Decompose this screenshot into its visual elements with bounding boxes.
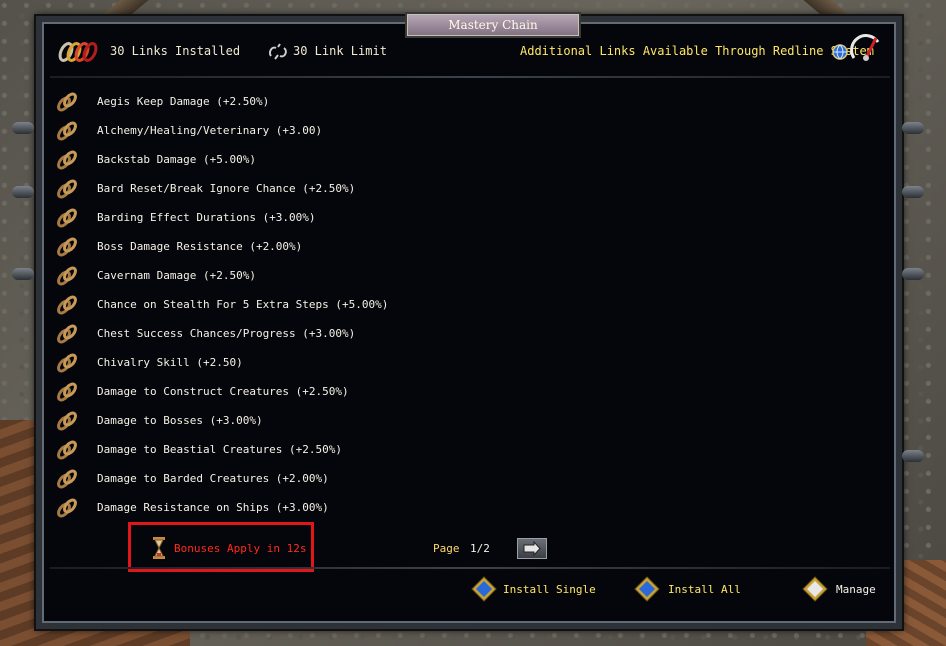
chain-link-icon [57,411,77,431]
bonus-label: Damage to Construct Creatures (+2.50%) [97,385,349,398]
links-installed: 30 Links Installed [110,44,241,58]
bonus-label: Damage to Bosses (+3.00%) [97,414,263,427]
frame-stud [12,122,34,134]
bonus-label: Backstab Damage (+5.00%) [97,153,256,166]
bonus-label: Chivalry Skill (+2.50) [97,356,243,369]
bonus-label: Alchemy/Healing/Veterinary (+3.00) [97,124,323,137]
header-divider [50,76,890,78]
bonus-label: Damage to Barded Creatures (+2.00%) [97,472,329,485]
list-item[interactable]: Damage Resistance on Ships (+3.00%) [56,494,556,523]
bonus-label: Chance on Stealth For 5 Extra Steps (+5.… [97,298,389,311]
bonus-label: Chest Success Chances/Progress (+3.00%) [97,327,356,340]
list-item[interactable]: Damage to Bosses (+3.00%) [56,407,556,436]
list-item[interactable]: Chest Success Chances/Progress (+3.00%) [56,320,556,349]
manage-label[interactable]: Manage [836,583,876,596]
broken-chain-icon [268,43,287,60]
list-item[interactable]: Damage to Beastial Creatures (+2.50%) [56,436,556,465]
list-item[interactable]: Boss Damage Resistance (+2.00%) [56,233,556,262]
bonus-label: Bard Reset/Break Ignore Chance (+2.50%) [97,182,356,195]
bonus-label: Boss Damage Resistance (+2.00%) [97,240,303,253]
list-item[interactable]: Chance on Stealth For 5 Extra Steps (+5.… [56,291,556,320]
list-item[interactable]: Alchemy/Healing/Veterinary (+3.00) [56,117,556,146]
additional-links-info: Additional Links Available Through Redli… [520,44,875,58]
page-number: 1/2 [470,542,490,555]
list-item[interactable]: Cavernam Damage (+2.50%) [56,262,556,291]
globe-icon[interactable] [832,44,848,60]
header-bar: 30 Links Installed 30 Link Limit Additio… [50,34,890,68]
next-page-arrow-icon [523,540,541,557]
chain-link-icon [57,237,77,257]
frame-stud [902,122,924,134]
bonus-label: Damage Resistance on Ships (+3.00%) [97,501,329,514]
list-item[interactable]: Aegis Keep Damage (+2.50%) [56,88,556,117]
bonus-label: Damage to Beastial Creatures (+2.50%) [97,443,343,456]
install-single-label[interactable]: Install Single [503,583,596,596]
install-single-button[interactable] [471,576,497,602]
footer-divider [50,567,890,569]
chain-link-icon [57,121,77,141]
chain-link-icon [57,208,77,228]
bonus-list: Aegis Keep Damage (+2.50%) Alchemy/Heali… [56,88,556,523]
frame-stud [902,450,924,462]
chain-link-icon [57,498,77,518]
gauge-icon[interactable] [850,32,882,64]
bonus-label: Barding Effect Durations (+3.00%) [97,211,316,224]
chain-link-icon [58,42,98,62]
install-all-button[interactable] [634,576,660,602]
bonus-label: Cavernam Damage (+2.50%) [97,269,256,282]
list-item[interactable]: Barding Effect Durations (+3.00%) [56,204,556,233]
chain-link-icon [57,324,77,344]
bonus-label: Aegis Keep Damage (+2.50%) [97,95,270,108]
frame-stud [12,186,34,198]
list-item[interactable]: Chivalry Skill (+2.50) [56,349,556,378]
frame-stud [902,268,924,280]
chain-link-icon [57,353,77,373]
next-page-button[interactable] [517,538,547,559]
chain-link-icon [57,295,77,315]
frame-stud [902,186,924,198]
window-title: Mastery Chain [405,12,581,38]
link-limit: 30 Link Limit [293,44,387,58]
bonuses-apply-timer: Bonuses Apply in 12s [174,542,307,555]
list-item[interactable]: Damage to Construct Creatures (+2.50%) [56,378,556,407]
chain-link-icon [57,469,77,489]
chain-link-icon [57,440,77,460]
frame-stud [12,268,34,280]
list-item[interactable]: Damage to Barded Creatures (+2.00%) [56,465,556,494]
chain-link-icon [57,92,77,112]
hourglass-icon [153,537,165,559]
list-item[interactable]: Backstab Damage (+5.00%) [56,146,556,175]
page-label: Page [433,542,460,555]
list-item[interactable]: Bard Reset/Break Ignore Chance (+2.50%) [56,175,556,204]
chain-link-icon [57,150,77,170]
manage-button[interactable] [802,576,828,602]
install-all-label[interactable]: Install All [668,583,741,596]
chain-link-icon [57,179,77,199]
chain-link-icon [57,266,77,286]
chain-link-icon [57,382,77,402]
